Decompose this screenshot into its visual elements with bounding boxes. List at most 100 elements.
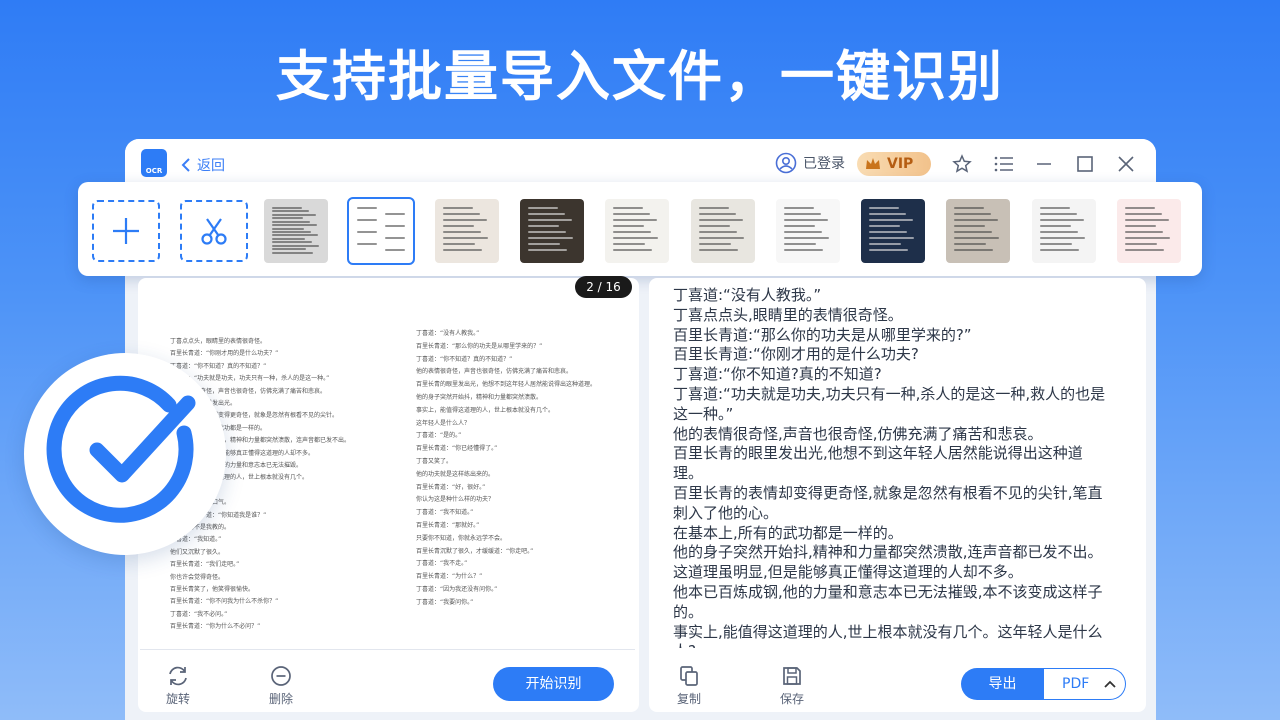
save-button[interactable]: 保存 (780, 665, 804, 707)
document-text-line: 丁喜道：“是的。” (416, 432, 462, 440)
document-text-line: 百里长青道：“那就好。” (416, 522, 480, 529)
thumbnail-line (385, 225, 406, 227)
thumbnail-line (1039, 249, 1079, 251)
copy-button[interactable]: 复制 (677, 665, 701, 707)
thumbnail-line (272, 213, 316, 216)
crop-button[interactable] (180, 200, 248, 262)
document-text-line: 百里长青道：“你不问我为什么不杀你？” (170, 598, 279, 606)
file-thumbnail[interactable] (519, 199, 584, 263)
success-badge (24, 353, 226, 555)
minimize-icon[interactable] (1033, 153, 1055, 175)
thumbnail-line (783, 213, 821, 215)
thumbnail-line (1125, 243, 1157, 245)
menu-icon[interactable] (993, 153, 1015, 175)
star-icon[interactable] (951, 153, 973, 175)
thumbnail-line (272, 234, 318, 237)
thumbnail-line (272, 227, 304, 230)
thumbnail-line (1039, 207, 1070, 209)
thumbnail-line (783, 225, 815, 227)
thumbnail-line (613, 219, 658, 221)
crown-icon (866, 158, 880, 169)
chevron-left-icon (181, 158, 190, 172)
document-text-line: 丁喜道：“我不必问。” (170, 610, 228, 618)
file-thumbnail[interactable] (434, 199, 499, 263)
thumbnail-line (698, 207, 729, 209)
thumbnail-line (1125, 225, 1156, 227)
document-text-line: 只要你不知道，你就永远学不会。 (416, 534, 507, 542)
file-thumbnail[interactable] (690, 199, 755, 263)
rotate-button[interactable]: 旋转 (166, 665, 190, 707)
user-account[interactable]: 已登录 (775, 152, 845, 174)
thumbnail-line (783, 219, 828, 221)
document-text-line: 丁喜道：“因为我还没有问你。” (416, 586, 498, 593)
thumbnail-line (272, 248, 306, 251)
thumbnail-line (527, 207, 558, 209)
file-thumbnail[interactable] (347, 197, 416, 265)
thumbnail-line (1125, 237, 1170, 239)
document-text-line: 丁喜道：“我要问你。” (416, 598, 474, 606)
thumbnail-line (954, 249, 994, 251)
thumbnail-line (613, 213, 651, 215)
back-button[interactable]: 返回 (181, 155, 225, 175)
file-thumbnail[interactable] (861, 199, 926, 263)
format-select[interactable]: PDF (1044, 668, 1126, 700)
thumbnail-line (869, 207, 900, 209)
result-text-line: 丁喜点点头,眼睛里的表情很奇怪。 (673, 305, 903, 324)
delete-button[interactable]: 删除 (269, 665, 293, 707)
document-text-line: 百里长青道：“那么你的功夫是从哪里学来的？” (416, 342, 543, 350)
result-text-line: 他的身子突然开始抖,精神和力量都突然溃散,连声音都已发不出。 (673, 543, 1103, 562)
recognized-text[interactable]: 丁喜道:“没有人教我。” 丁喜点点头,眼睛里的表情很奇怪。 百里长青道:“那么你的功… (673, 286, 1123, 648)
thumbnail-line (442, 237, 488, 239)
vip-badge[interactable]: VIP (857, 152, 931, 176)
thumbnail-line (272, 251, 313, 254)
file-thumbnail[interactable] (1031, 199, 1096, 263)
chevron-up-icon (1104, 680, 1116, 688)
file-thumbnail[interactable] (264, 199, 328, 263)
result-text-line: 丁喜道:“你不知道?真的不知道? (673, 365, 882, 384)
document-text-line: 百里长青道：“为什么？” (416, 573, 483, 581)
thumbnail-line (527, 249, 567, 251)
result-text-line: 百里长青道:“那么你的功夫是从哪里学来的?” (673, 325, 972, 344)
thumbnail-line (1039, 237, 1085, 239)
thumbnail-line (1125, 249, 1164, 251)
close-icon[interactable] (1115, 153, 1137, 175)
delete-label: 删除 (269, 692, 294, 706)
thumbnail-bar (78, 182, 1202, 276)
format-value: PDF (1062, 676, 1090, 692)
thumbnail-line (613, 249, 653, 251)
start-recognition-button[interactable]: 开始识别 (493, 667, 614, 701)
file-thumbnail[interactable] (775, 199, 840, 263)
thumbnail-line (613, 231, 652, 233)
result-text-line: 百里长青的表情却变得更奇怪,就象是忽然有根看不见的尖针,笔直 (673, 483, 1103, 502)
thumbnail-line (1039, 225, 1071, 227)
thumbnail-line (698, 225, 730, 227)
vip-label: VIP (887, 156, 914, 172)
login-status: 已登录 (803, 156, 845, 172)
app-logo: OCR (141, 149, 167, 177)
result-text-line: 丁喜道:“没有人教我。” (673, 286, 822, 304)
thumbnail-line (869, 231, 908, 233)
file-thumbnail[interactable] (605, 199, 670, 263)
thumbnail-line (527, 219, 572, 221)
thumbnail-line (954, 219, 999, 221)
thumbnail-line (1125, 213, 1162, 215)
document-text-line: 丁喜道：“我不知道。” (416, 509, 474, 517)
document-text-line: 这年轻人是什么人？ (416, 419, 471, 427)
maximize-icon[interactable] (1074, 153, 1096, 175)
thumbnail-line (869, 249, 909, 251)
thumbnail-line (783, 249, 823, 251)
thumbnail-line (442, 243, 475, 245)
thumbnail-line (527, 225, 559, 227)
result-text-line: 在基本上,所有的武功都是一样的。 (673, 523, 903, 542)
thumbnail-line (385, 213, 406, 215)
export-button[interactable]: 导出 (961, 668, 1044, 700)
thumbnail-line (1125, 207, 1155, 209)
headline: 支持批量导入文件，一键识别 (276, 45, 1004, 108)
file-thumbnail[interactable] (1117, 199, 1181, 263)
document-text-line: 丁喜道：“我不走。” (416, 560, 468, 568)
copy-label: 复制 (677, 692, 702, 706)
document-text-line: 百里长青笑了，他笑得很愉快。 (170, 586, 255, 593)
add-file-button[interactable] (92, 200, 160, 262)
file-thumbnail[interactable] (946, 199, 1011, 263)
scissors-icon (201, 218, 227, 245)
